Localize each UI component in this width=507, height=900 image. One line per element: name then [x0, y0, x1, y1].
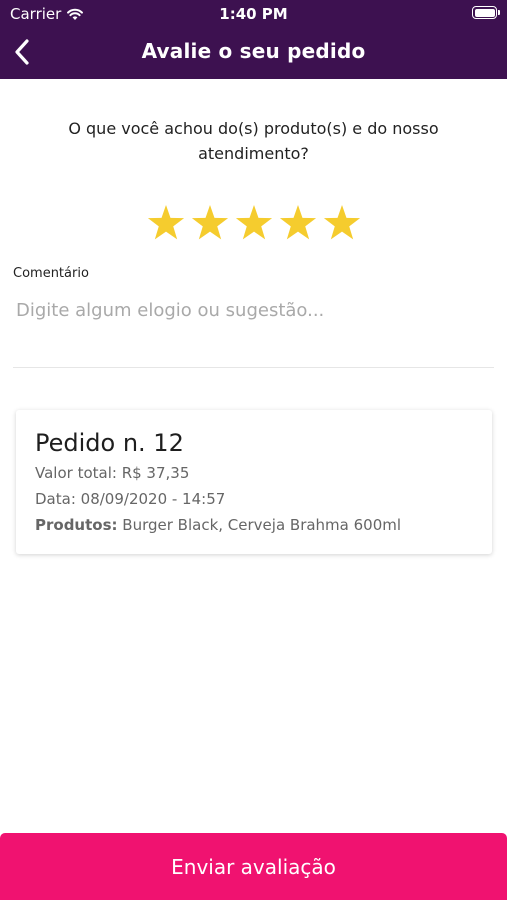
battery-cap [498, 10, 500, 15]
star-icon[interactable] [147, 204, 185, 242]
order-total-label: Valor total: [35, 464, 117, 482]
app-header: Carrier 1:40 PM Avalie o seu pedido [0, 0, 507, 79]
battery-icon [472, 6, 500, 19]
order-total-value: R$ 37,35 [121, 464, 190, 482]
order-title: Pedido n. 12 [35, 429, 184, 457]
page-title: Avalie o seu pedido [141, 39, 366, 63]
review-question: O que você achou do(s) produto(s) e do n… [68, 119, 439, 163]
order-products: Produtos: Burger Black, Cerveja Brahma 6… [35, 512, 473, 538]
star-rating[interactable] [0, 204, 507, 242]
star-icon[interactable] [191, 204, 229, 242]
battery-level [474, 8, 495, 17]
order-date-label: Data: [35, 490, 76, 508]
star-icon[interactable] [235, 204, 273, 242]
star-icon[interactable] [279, 204, 317, 242]
order-products-value: Burger Black, Cerveja Brahma 600ml [122, 516, 402, 534]
order-date: Data: 08/09/2020 - 14:57 [35, 486, 473, 512]
status-bar: Carrier 1:40 PM [0, 0, 507, 28]
comment-input[interactable] [13, 294, 494, 368]
order-products-label: Produtos: [35, 516, 118, 534]
star-icon[interactable] [323, 204, 361, 242]
order-date-value: 08/09/2020 - 14:57 [80, 490, 226, 508]
order-total: Valor total: R$ 37,35 [35, 460, 473, 486]
order-card: Pedido n. 12 Valor total: R$ 37,35 Data:… [16, 410, 492, 554]
status-time: 1:40 PM [219, 5, 288, 23]
nav-bar: Avalie o seu pedido [0, 28, 507, 79]
submit-review-button[interactable]: Enviar avaliação [0, 833, 507, 900]
comment-label: Comentário [13, 266, 89, 281]
